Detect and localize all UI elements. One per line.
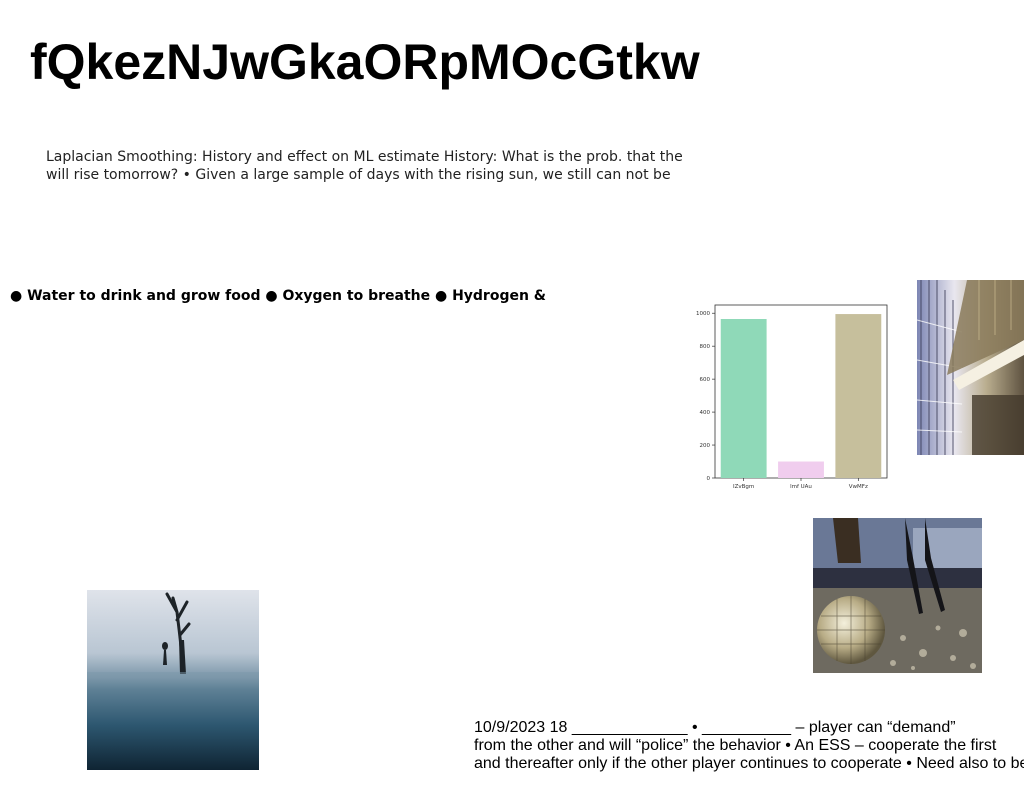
x-tick-label: IZvBgm: [733, 484, 754, 490]
building-interior-photo: [917, 280, 1024, 455]
x-tick-label: VwMFz: [849, 484, 868, 490]
foggy-tree-photo: [87, 590, 259, 770]
bar: [835, 314, 882, 478]
page-title: fQkezNJwGkaORpMOcGtkw: [30, 34, 700, 90]
y-tick-label: 1000: [696, 311, 710, 317]
paragraph-line: will rise tomorrow? • Given a large samp…: [46, 167, 671, 183]
bar: [778, 461, 824, 478]
bar: [720, 319, 767, 478]
notes-line: 10/9/2023 18 _____________ • __________ …: [474, 719, 956, 736]
disco-ball-photo: [813, 518, 982, 673]
y-tick-label: 400: [700, 410, 711, 416]
game-theory-notes: 10/9/2023 18 _____________ • __________ …: [474, 719, 1024, 773]
y-tick-label: 800: [700, 344, 711, 350]
x-tick-label: lmf UAu: [790, 484, 812, 490]
y-tick-label: 0: [707, 476, 711, 482]
notes-line: and thereafter only if the other player …: [474, 755, 1024, 772]
laplacian-paragraph: Laplacian Smoothing: History and effect …: [46, 148, 696, 184]
paragraph-line: Laplacian Smoothing: History and effect …: [46, 149, 683, 165]
resource-bullets: ● Water to drink and grow food ● Oxygen …: [10, 288, 547, 304]
bar-chart: 0 200 400 600 800 1000 IZvBgm lmf UAu VwMFz: [696, 304, 888, 490]
y-tick-label: 200: [700, 443, 711, 449]
y-tick-label: 600: [700, 377, 711, 383]
notes-line: from the other and will “police” the beh…: [474, 737, 997, 754]
